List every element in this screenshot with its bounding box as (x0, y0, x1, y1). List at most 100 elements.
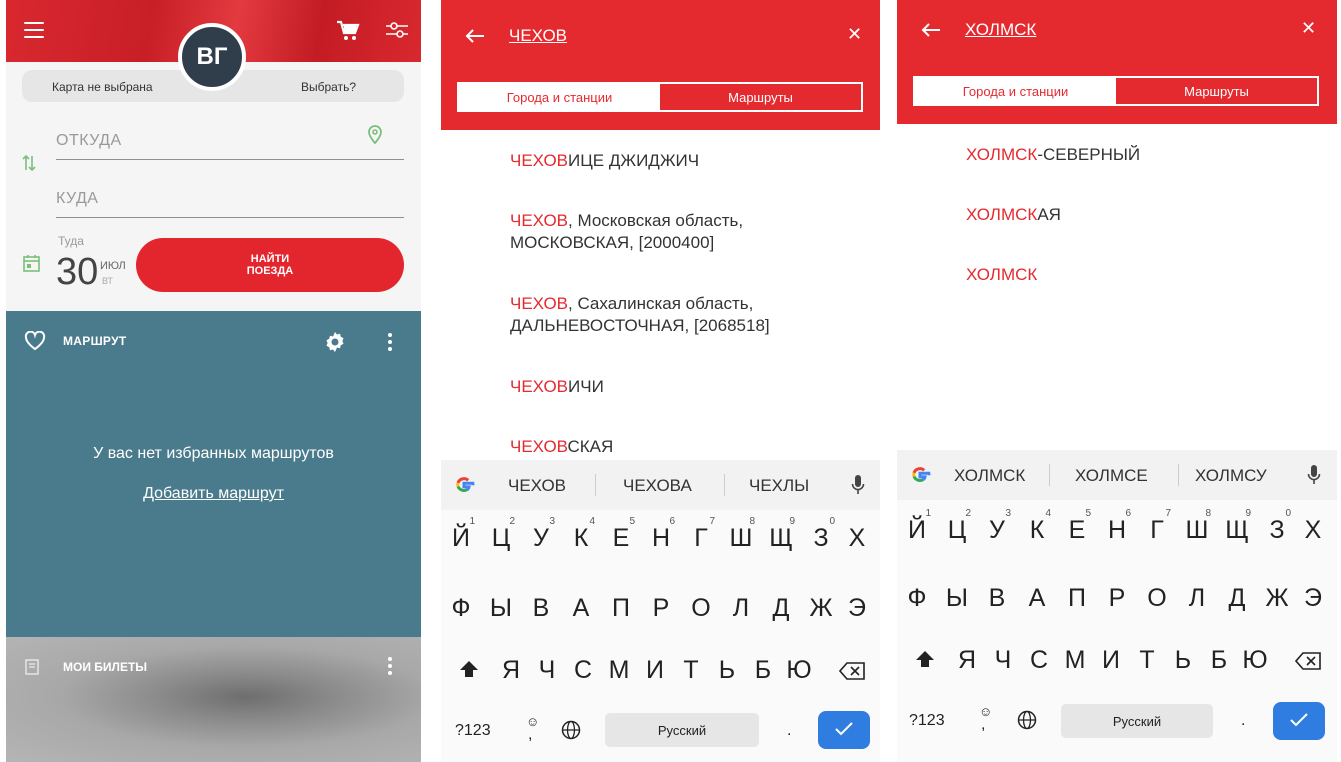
to-input[interactable]: КУДА (56, 190, 404, 218)
back-arrow-icon[interactable] (465, 28, 485, 44)
key[interactable]: Ю (779, 656, 819, 685)
key[interactable]: У3 (977, 508, 1017, 545)
key[interactable]: З0 (801, 516, 841, 553)
comma-key[interactable]: , (981, 716, 985, 734)
key[interactable]: Ю (1235, 646, 1275, 675)
key[interactable]: О (681, 594, 721, 623)
space-key[interactable]: Русский (605, 713, 759, 747)
suggestion-2[interactable]: ХОЛМСЕ (1075, 466, 1148, 486)
enter-key[interactable] (1273, 702, 1325, 740)
key[interactable]: С (563, 656, 603, 685)
list-item[interactable]: ХОЛМСК (966, 264, 1037, 286)
key[interactable]: Щ9 (761, 516, 801, 553)
gear-icon[interactable] (323, 330, 347, 354)
key[interactable]: Ж (1257, 584, 1297, 613)
comma-key[interactable]: , (528, 726, 532, 744)
list-item[interactable]: ЧЕХОВ, Сахалинская область, ДАЛЬНЕВОСТОЧН… (510, 293, 770, 337)
microphone-icon[interactable] (1307, 464, 1321, 486)
menu-icon[interactable] (24, 22, 44, 38)
key[interactable]: Ф (897, 584, 937, 613)
tab-cities-stations[interactable]: Города и станции (459, 84, 660, 110)
key[interactable]: Т (1127, 646, 1167, 675)
google-logo-icon[interactable] (909, 464, 931, 486)
list-item[interactable]: ЧЕХОВ, Московская область, МОСКОВСКАЯ, [2… (510, 210, 743, 254)
key[interactable]: Д (761, 594, 801, 623)
list-item[interactable]: ЧЕХОВИЦЕ ДЖИДЖИЧ (510, 150, 699, 172)
key[interactable]: Е5 (1057, 508, 1097, 545)
key[interactable]: Б (1199, 646, 1239, 675)
tab-cities-stations[interactable]: Города и станции (915, 78, 1116, 104)
key[interactable]: Ч (983, 646, 1023, 675)
tab-routes[interactable]: Маршруты (660, 84, 861, 110)
key[interactable]: Ф (441, 594, 481, 623)
key[interactable]: В (977, 584, 1017, 613)
key[interactable]: У3 (521, 516, 561, 553)
key[interactable]: Н6 (1097, 508, 1137, 545)
microphone-icon[interactable] (851, 474, 865, 496)
space-key[interactable]: Русский (1061, 704, 1213, 738)
key[interactable]: О (1137, 584, 1177, 613)
add-route-link[interactable]: Добавить маршрут (6, 485, 421, 503)
key[interactable]: Ж (801, 594, 841, 623)
key[interactable]: Ы (937, 584, 977, 613)
period-key[interactable]: . (1241, 712, 1245, 730)
tab-routes[interactable]: Маршруты (1116, 78, 1317, 104)
key[interactable]: Ь (1163, 646, 1203, 675)
key[interactable]: С (1019, 646, 1059, 675)
key[interactable]: А (561, 594, 601, 623)
shift-icon[interactable] (459, 660, 479, 678)
location-pin-icon[interactable] (366, 125, 384, 145)
key[interactable]: М (599, 656, 639, 685)
list-item[interactable]: ЧЕХОВИЧИ (510, 376, 604, 398)
key[interactable]: И (635, 656, 675, 685)
swap-icon[interactable] (22, 154, 36, 172)
tickets-more-icon[interactable] (388, 657, 392, 675)
key[interactable]: Б (743, 656, 783, 685)
key[interactable]: Г7 (681, 516, 721, 553)
key[interactable]: Х (837, 524, 877, 553)
date-day[interactable]: 30 (56, 252, 98, 292)
period-key[interactable]: . (787, 722, 791, 740)
back-arrow-icon[interactable] (921, 22, 941, 38)
key[interactable]: Й1 (897, 508, 937, 545)
card-pick-link[interactable]: Выбрать? (301, 80, 356, 94)
key[interactable]: К4 (1017, 508, 1057, 545)
key[interactable]: Н6 (641, 516, 681, 553)
key[interactable]: З0 (1257, 508, 1297, 545)
list-item[interactable]: ЧЕХОВСКАЯ (510, 436, 613, 458)
suggestion-1[interactable]: ХОЛМСК (954, 466, 1025, 486)
shift-icon[interactable] (915, 650, 935, 668)
key[interactable]: Ч (527, 656, 567, 685)
key[interactable]: П (601, 594, 641, 623)
find-trains-button[interactable]: НАЙТИ ПОЕЗДА (136, 238, 404, 292)
key[interactable]: Р (641, 594, 681, 623)
key[interactable]: Щ9 (1217, 508, 1257, 545)
search-query-input[interactable]: ЧЕХОВ (509, 26, 567, 46)
from-input[interactable]: ОТКУДА (56, 132, 404, 160)
backspace-icon[interactable] (839, 662, 865, 680)
key[interactable]: Л (721, 594, 761, 623)
key[interactable]: В (521, 594, 561, 623)
key[interactable]: Ш8 (1177, 508, 1217, 545)
key[interactable]: Ц2 (937, 508, 977, 545)
key[interactable]: А (1017, 584, 1057, 613)
key[interactable]: М (1055, 646, 1095, 675)
key[interactable]: Й1 (441, 516, 481, 553)
key[interactable]: Ш8 (721, 516, 761, 553)
filter-icon[interactable] (386, 20, 408, 40)
list-item[interactable]: ХОЛМСК-СЕВЕРНЫЙ (966, 144, 1140, 166)
list-item[interactable]: ХОЛМСКАЯ (966, 204, 1061, 226)
close-icon[interactable]: ✕ (847, 24, 862, 45)
key[interactable]: Т (671, 656, 711, 685)
calendar-icon[interactable] (23, 254, 40, 272)
key[interactable]: И (1091, 646, 1131, 675)
favorites-more-icon[interactable] (388, 333, 392, 351)
key[interactable]: Ц2 (481, 516, 521, 553)
cart-icon[interactable] (336, 20, 360, 42)
suggestion-3[interactable]: ХОЛМСУ (1195, 466, 1267, 486)
suggestion-3[interactable]: ЧЕХЛЫ (749, 476, 809, 496)
key[interactable]: Я (947, 646, 987, 675)
key[interactable]: Э (837, 594, 877, 623)
search-query-input[interactable]: ХОЛМСК (965, 20, 1036, 40)
tickets-panel[interactable]: МОИ БИЛЕТЫ (6, 637, 421, 762)
